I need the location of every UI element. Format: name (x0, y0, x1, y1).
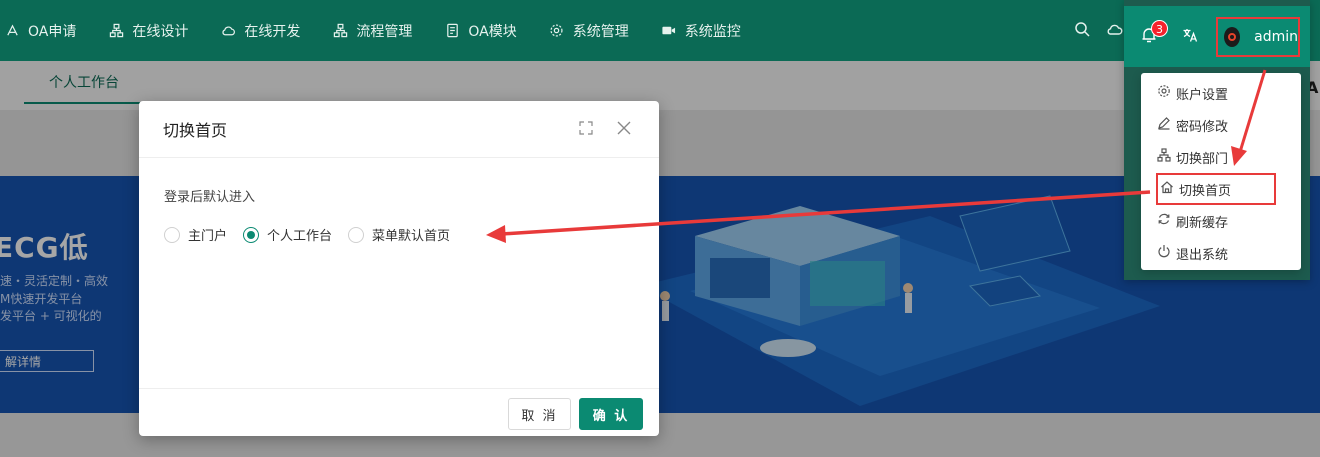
menu-item-label: 在线设计 (132, 23, 189, 40)
radio-label: 个人工作台 (267, 229, 333, 244)
org-tree-icon (108, 23, 124, 39)
radio-circle (164, 226, 180, 243)
menu-item-monitor[interactable]: 系统监控 (661, 0, 757, 61)
maximize-button[interactable] (577, 120, 595, 138)
main-menu: OA申请 在线设计 在线开发 流程管理 OA模块 系统管理 系统监控 (0, 0, 773, 61)
menu-item-flow[interactable]: 流程管理 (332, 0, 428, 61)
flow-icon (332, 23, 348, 39)
org-tree-icon (1157, 148, 1176, 166)
menu-item-label: 在线开发 (244, 23, 301, 40)
close-icon (617, 120, 631, 139)
menu-item-label: 账户设置 (1176, 87, 1229, 103)
user-dropdown-menu: 账户设置 密码修改 切换部门 切换首页 刷新缓存 退出系统 (1141, 73, 1301, 270)
close-button[interactable] (615, 120, 633, 138)
modal-title: 切换首页 (163, 121, 228, 140)
radio-label: 菜单默认首页 (372, 229, 451, 244)
modal-footer: 取 消 确 认 (139, 388, 659, 436)
user-bar: 3 admin (1124, 6, 1310, 67)
refresh-icon (1157, 212, 1176, 230)
menu-item-oa-apply[interactable]: OA申请 (4, 0, 92, 61)
menu-item-label: 系统管理 (572, 23, 629, 40)
radio-circle (348, 226, 365, 243)
menu-item-logout[interactable]: 退出系统 (1141, 237, 1301, 269)
radio-personal-workbench[interactable]: 个人工作台 (243, 225, 332, 244)
radio-main-portal[interactable]: 主门户 (164, 225, 227, 244)
oa-apply-icon (4, 23, 20, 39)
gear-icon (1157, 84, 1176, 102)
user-name: admin (1254, 28, 1298, 45)
menu-item-online-dev[interactable]: 在线开发 (220, 0, 316, 61)
menu-item-label: OA申请 (28, 23, 77, 40)
menu-item-label: 切换首页 (1179, 183, 1232, 199)
menu-item-label: 切换部门 (1176, 151, 1229, 167)
menu-item-switch-department[interactable]: 切换部门 (1141, 141, 1301, 173)
switch-home-modal: 切换首页 登录后默认进入 主门户 个人工作台 菜单默认首页 取 消 确 认 (139, 101, 659, 436)
menu-item-label: 退出系统 (1176, 247, 1229, 263)
default-entry-label: 登录后默认进入 (164, 190, 256, 205)
menu-item-oa-module[interactable]: OA模块 (444, 0, 532, 61)
modal-body: 登录后默认进入 主门户 个人工作台 菜单默认首页 (139, 158, 659, 244)
language-button[interactable] (1174, 6, 1206, 67)
upload-button[interactable] (1106, 0, 1124, 61)
search-button[interactable] (1070, 0, 1094, 61)
home-icon (1160, 180, 1179, 198)
modal-header: 切换首页 (139, 101, 659, 158)
radio-circle (243, 226, 260, 243)
cloud-icon (220, 23, 236, 39)
top-nav: OA申请 在线设计 在线开发 流程管理 OA模块 系统管理 系统监控 (0, 0, 1320, 61)
menu-item-label: 密码修改 (1176, 119, 1229, 135)
camera-icon (661, 23, 677, 39)
menu-item-label: 系统监控 (684, 23, 741, 40)
radio-label: 主门户 (188, 229, 228, 244)
pencil-icon (1157, 116, 1176, 134)
menu-item-system[interactable]: 系统管理 (549, 0, 645, 61)
menu-item-switch-home[interactable]: 切换首页 (1156, 173, 1276, 205)
cloud-upload-icon (1106, 21, 1124, 41)
radio-menu-default-home[interactable]: 菜单默认首页 (348, 225, 450, 244)
notification-badge: 3 (1151, 20, 1168, 37)
search-icon (1074, 21, 1090, 41)
user-menu-trigger[interactable]: admin (1216, 16, 1300, 57)
menu-item-change-password[interactable]: 密码修改 (1141, 109, 1301, 141)
fullscreen-icon (579, 120, 593, 139)
document-icon (444, 23, 460, 39)
menu-item-label: 流程管理 (356, 23, 413, 40)
gear-icon (549, 23, 565, 39)
cancel-button[interactable]: 取 消 (508, 398, 571, 430)
menu-item-online-design[interactable]: 在线设计 (108, 0, 204, 61)
translate-icon (1182, 27, 1198, 47)
menu-item-refresh-cache[interactable]: 刷新缓存 (1141, 205, 1301, 237)
power-icon (1157, 244, 1176, 262)
confirm-button[interactable]: 确 认 (579, 398, 643, 430)
home-radio-group: 主门户 个人工作台 菜单默认首页 (164, 225, 634, 244)
notifications-button[interactable]: 3 (1124, 6, 1174, 67)
user-panel: 3 admin 账户设置 密码修改 切换部门 切换首页 刷新缓存 退出系统 (1124, 0, 1310, 280)
menu-item-label: 刷新缓存 (1176, 215, 1229, 231)
menu-item-label: OA模块 (468, 23, 517, 40)
menu-item-account-settings[interactable]: 账户设置 (1141, 77, 1301, 109)
avatar (1224, 26, 1241, 47)
